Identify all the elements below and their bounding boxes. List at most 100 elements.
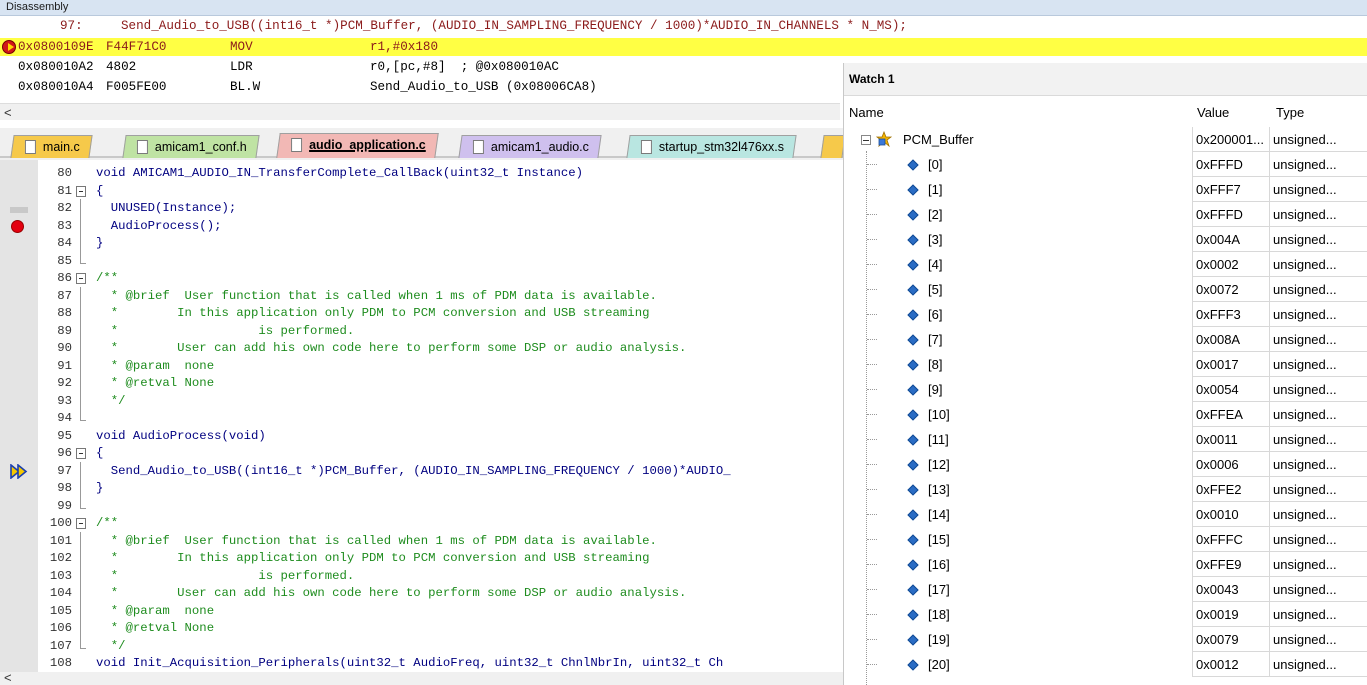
watch-item-row[interactable]: [4] 0x0002 unsigned... bbox=[844, 252, 1367, 277]
watch-item-value[interactable]: 0xFFFD bbox=[1192, 152, 1269, 177]
watch-item-row[interactable]: [19] 0x0079 unsigned... bbox=[844, 627, 1367, 652]
code-line[interactable]: 83 AudioProcess(); bbox=[0, 216, 843, 236]
watch-item-row[interactable]: [13] 0xFFE2 unsigned... bbox=[844, 477, 1367, 502]
watch-item-value[interactable]: 0xFFEA bbox=[1192, 402, 1269, 427]
code-line[interactable]: 96 { bbox=[0, 445, 843, 463]
watch-item-row[interactable]: [0] 0xFFFD unsigned... bbox=[844, 152, 1367, 177]
disassembly-current-instruction[interactable]: 0x0800109E F44F71C0 MOV r1,#0x180 bbox=[0, 38, 1367, 56]
scroll-left-button[interactable]: < bbox=[4, 105, 12, 120]
code-line[interactable]: 81 { bbox=[0, 183, 843, 201]
watch-item-value[interactable]: 0x0019 bbox=[1192, 602, 1269, 627]
watch-item-row[interactable]: [15] 0xFFFC unsigned... bbox=[844, 527, 1367, 552]
disassembly-horizontal-scrollbar[interactable]: < bbox=[0, 103, 840, 120]
code-line[interactable]: 90 * User can add his own code here to p… bbox=[0, 339, 843, 358]
watch-item-row[interactable]: [7] 0x008A unsigned... bbox=[844, 327, 1367, 352]
code-line[interactable]: 95 void AudioProcess(void) bbox=[0, 428, 843, 446]
watch-item-row[interactable]: [12] 0x0006 unsigned... bbox=[844, 452, 1367, 477]
watch-item-row[interactable]: [14] 0x0010 unsigned... bbox=[844, 502, 1367, 527]
code-line[interactable]: 106 * @retval None bbox=[0, 619, 843, 638]
watch-item-value[interactable]: 0x0043 bbox=[1192, 577, 1269, 602]
fold-toggle-icon[interactable] bbox=[76, 448, 86, 459]
watch-item-value[interactable]: 0xFFE2 bbox=[1192, 477, 1269, 502]
watch-item-row[interactable]: [11] 0x0011 unsigned... bbox=[844, 427, 1367, 452]
watch-root-row[interactable]: PCM_Buffer 0x200001... unsigned... bbox=[844, 127, 1367, 152]
watch-item-row[interactable]: [3] 0x004A unsigned... bbox=[844, 227, 1367, 252]
code-line[interactable]: 92 * @retval None bbox=[0, 374, 843, 393]
code-line[interactable]: 85 bbox=[0, 251, 843, 271]
code-line[interactable]: 102 * In this application only PDM to PC… bbox=[0, 549, 843, 568]
scroll-left-button[interactable]: < bbox=[4, 670, 12, 685]
watch-item-value[interactable]: 0x0010 bbox=[1192, 502, 1269, 527]
disassembly-source-line[interactable]: 97: Send_Audio_to_USB((int16_t *)PCM_Buf… bbox=[0, 17, 1367, 35]
code-line[interactable]: 99 bbox=[0, 496, 843, 516]
code-line[interactable]: 108 void Init_Acquisition_Peripherals(uin… bbox=[0, 655, 843, 672]
watch-item-value[interactable]: 0xFFFD bbox=[1192, 202, 1269, 227]
code-line[interactable]: 97 Send_Audio_to_USB((int16_t *)PCM_Buff… bbox=[0, 461, 843, 481]
breakpoint-icon[interactable] bbox=[11, 219, 24, 233]
code-line[interactable]: 87 * @brief User function that is called… bbox=[0, 286, 843, 306]
fold-toggle-icon[interactable] bbox=[76, 185, 86, 197]
watch-item-row[interactable]: [6] 0xFFF3 unsigned... bbox=[844, 302, 1367, 327]
tab-main-c[interactable]: main.c bbox=[10, 135, 93, 158]
column-header-name[interactable]: Name bbox=[849, 101, 884, 125]
code-line[interactable]: 107 */ bbox=[0, 636, 843, 656]
watch-item-value[interactable]: 0x0011 bbox=[1192, 427, 1269, 452]
code-line[interactable]: 84} bbox=[0, 234, 843, 253]
watch-item-value[interactable]: 0x008A bbox=[1192, 327, 1269, 352]
watch-item-value[interactable]: 0x0012 bbox=[1192, 652, 1269, 677]
code-line[interactable]: 82 UNUSED(Instance); bbox=[0, 199, 843, 218]
watch-item-row[interactable]: [8] 0x0017 unsigned... bbox=[844, 352, 1367, 377]
tab-amicam1-conf-h[interactable]: amicam1_conf.h bbox=[122, 135, 260, 158]
code-line[interactable]: 93 */ bbox=[0, 391, 843, 411]
column-header-value[interactable]: Value bbox=[1197, 101, 1229, 125]
tab-audio-application-c[interactable]: audio_application.c bbox=[276, 133, 439, 158]
code-line[interactable]: 98} bbox=[0, 479, 843, 498]
tab-amicam1-audio-c[interactable]: amicam1_audio.c bbox=[458, 135, 602, 158]
watch-item-value[interactable]: 0xFFF7 bbox=[1192, 177, 1269, 202]
fold-guide bbox=[76, 251, 86, 267]
watch-item-row[interactable]: [20] 0x0012 unsigned... bbox=[844, 652, 1367, 677]
tab-overflow[interactable] bbox=[820, 135, 846, 158]
tab-startup-stm32l476xx-s[interactable]: startup_stm32l476xx.s bbox=[626, 135, 797, 158]
watch-item-value[interactable]: 0xFFF3 bbox=[1192, 302, 1269, 327]
watch-item-value[interactable]: 0x0079 bbox=[1192, 627, 1269, 652]
watch-item-row[interactable]: [17] 0x0043 unsigned... bbox=[844, 577, 1367, 602]
code-line[interactable]: 89 * is performed. bbox=[0, 321, 843, 341]
code-line[interactable]: 88 * In this application only PDM to PCM… bbox=[0, 304, 843, 323]
code-line[interactable]: 101 * @brief User function that is calle… bbox=[0, 531, 843, 551]
watch-item-name: [19] bbox=[928, 632, 950, 647]
watch-item-row[interactable]: [9] 0x0054 unsigned... bbox=[844, 377, 1367, 402]
watch-item-row[interactable]: [2] 0xFFFD unsigned... bbox=[844, 202, 1367, 227]
fold-toggle-icon[interactable] bbox=[76, 518, 86, 529]
watch-item-value[interactable]: 0x200001... bbox=[1192, 127, 1269, 152]
watch-item-value[interactable]: 0x0072 bbox=[1192, 277, 1269, 302]
watch-item-row[interactable]: [16] 0xFFE9 unsigned... bbox=[844, 552, 1367, 577]
code-text: * @param none bbox=[96, 358, 215, 373]
watch-item-row[interactable]: [18] 0x0019 unsigned... bbox=[844, 602, 1367, 627]
watch-item-value[interactable]: 0x004A bbox=[1192, 227, 1269, 252]
watch-item-value[interactable]: 0xFFE9 bbox=[1192, 552, 1269, 577]
code-line[interactable]: 100 /** bbox=[0, 515, 843, 533]
code-line[interactable]: 80 void AMICAM1_AUDIO_IN_TransferComplete… bbox=[0, 165, 843, 183]
watch-item-value[interactable]: 0x0002 bbox=[1192, 252, 1269, 277]
collapse-icon[interactable] bbox=[861, 135, 871, 145]
watch-item-row[interactable]: [5] 0x0072 unsigned... bbox=[844, 277, 1367, 302]
watch-item-value[interactable]: 0x0054 bbox=[1192, 377, 1269, 402]
editor-horizontal-scrollbar[interactable]: < bbox=[0, 670, 843, 685]
code-line[interactable]: 94 bbox=[0, 409, 843, 428]
watch-item-row[interactable]: [1] 0xFFF7 unsigned... bbox=[844, 177, 1367, 202]
fold-toggle-icon[interactable] bbox=[76, 273, 86, 284]
watch-item-value[interactable]: 0x0017 bbox=[1192, 352, 1269, 377]
watch-item-row[interactable]: [10] 0xFFEA unsigned... bbox=[844, 402, 1367, 427]
column-header-type[interactable]: Type bbox=[1276, 101, 1304, 125]
code-line[interactable]: 91 * @param none bbox=[0, 356, 843, 376]
tree-connector bbox=[867, 639, 877, 640]
watch-item-value[interactable]: 0x0006 bbox=[1192, 452, 1269, 477]
code-line[interactable]: 86 /** bbox=[0, 270, 843, 288]
watch-item-value[interactable]: 0xFFFC bbox=[1192, 527, 1269, 552]
code-line[interactable]: 105 * @param none bbox=[0, 601, 843, 621]
code-line[interactable]: 103 * is performed. bbox=[0, 566, 843, 586]
code-editor[interactable]: 80 void AMICAM1_AUDIO_IN_TransferComplete… bbox=[0, 160, 843, 672]
line-number: 101 bbox=[49, 533, 72, 548]
code-line[interactable]: 104 * User can add his own code here to … bbox=[0, 584, 843, 603]
